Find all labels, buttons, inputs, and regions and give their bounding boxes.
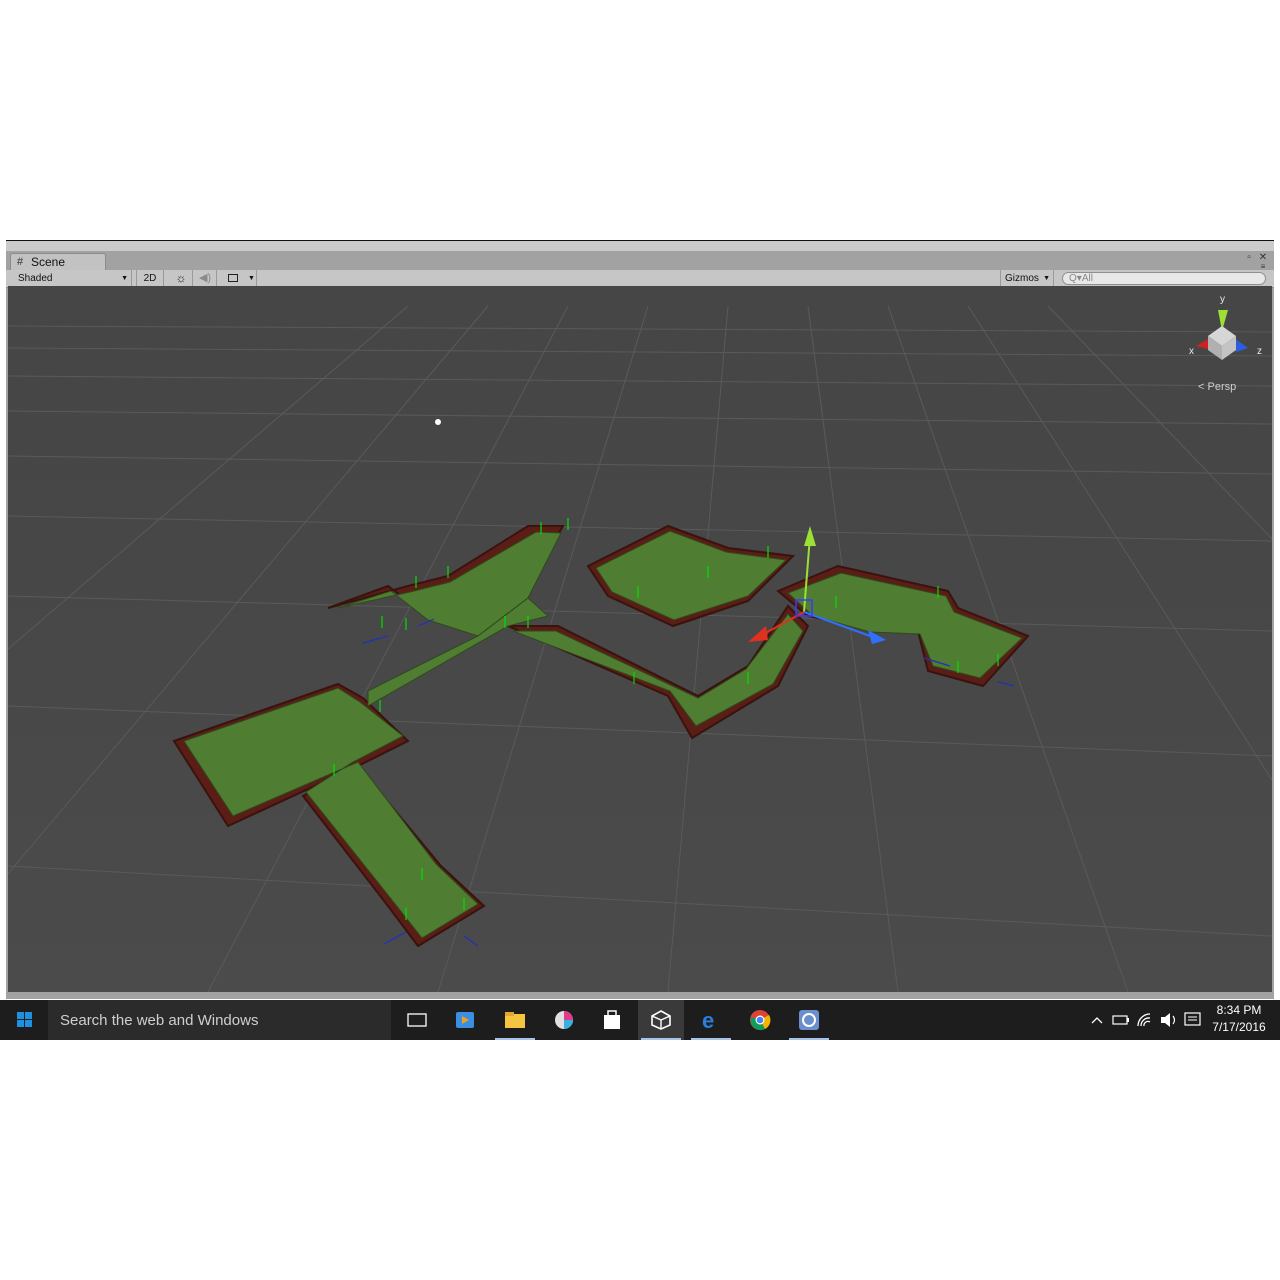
clock-time: 8:34 PM — [1216, 1003, 1262, 1017]
wifi-icon[interactable] — [1134, 1000, 1156, 1040]
scene-search-input[interactable]: Q▾All — [1062, 272, 1266, 285]
dropdown-arrow-icon: ▼ — [121, 275, 128, 282]
start-button[interactable] — [0, 1000, 48, 1040]
taskbar-clock[interactable]: 8:34 PM 7/17/2016 — [1208, 1002, 1270, 1036]
effects-dropdown[interactable]: ▼ — [220, 270, 257, 287]
scene-tab[interactable]: # Scene — [10, 253, 106, 271]
taskbar-search-text: Search the web and Windows — [60, 1012, 259, 1029]
cursor-marker — [435, 419, 441, 425]
edge-icon[interactable]: e — [688, 1000, 734, 1040]
paint-app-icon[interactable] — [541, 1000, 587, 1040]
lighting-toggle-icon[interactable]: ☼ — [170, 270, 193, 287]
image-icon — [228, 274, 238, 282]
gizmos-label: Gizmos — [1005, 273, 1039, 284]
running-indicator — [789, 1038, 829, 1040]
ground-grid — [8, 305, 1272, 992]
battery-icon[interactable] — [1110, 1000, 1132, 1040]
projection-text: Persp — [1207, 381, 1237, 393]
clock-date: 7/17/2016 — [1212, 1020, 1266, 1034]
svg-text:e: e — [702, 1009, 714, 1031]
running-indicator — [641, 1038, 681, 1040]
task-view-icon[interactable] — [394, 1000, 440, 1040]
axis-y-label: y — [1220, 294, 1225, 305]
audio-toggle-icon[interactable]: ◀) — [194, 270, 217, 287]
running-indicator — [495, 1038, 535, 1040]
file-explorer-icon[interactable] — [492, 1000, 538, 1040]
unity-icon[interactable] — [638, 1000, 684, 1040]
axis-x-label: x — [1189, 346, 1194, 357]
search-placeholder: All — [1081, 273, 1093, 284]
toggle-2d-button[interactable]: 2D — [136, 270, 164, 287]
projection-label[interactable]: < Persp — [1198, 381, 1236, 393]
tab-strip: # Scene ▫ ✕ ≡ — [6, 251, 1274, 271]
persp-icon: < — [1198, 381, 1205, 393]
windows-logo-icon — [17, 1012, 33, 1028]
show-hidden-icons-chevron-icon[interactable] — [1088, 1000, 1106, 1040]
shading-mode-label: Shaded — [18, 273, 53, 284]
gizmos-dropdown[interactable]: Gizmos ▼ — [1000, 270, 1054, 287]
action-center-icon[interactable] — [1182, 1000, 1204, 1040]
scene-render: y x z — [8, 294, 1272, 992]
windows-taskbar: Search the web and Windows e 8:34 PM 7/1… — [0, 1000, 1280, 1040]
dropdown-arrow-icon: ▼ — [248, 275, 255, 282]
store-icon[interactable] — [589, 1000, 635, 1040]
volume-icon[interactable] — [1158, 1000, 1180, 1040]
grid-icon: # — [17, 256, 24, 268]
scene-orientation-gizmo[interactable]: y x z — [1189, 294, 1262, 360]
media-player-icon[interactable] — [442, 1000, 488, 1040]
scene-tab-label: Scene — [31, 255, 66, 269]
monodevelop-icon[interactable] — [786, 1000, 832, 1040]
running-indicator — [691, 1038, 731, 1040]
dropdown-arrow-icon: ▼ — [1043, 275, 1050, 282]
axis-z-label: z — [1257, 346, 1262, 357]
scene-viewport[interactable]: y x z < Persp — [8, 286, 1272, 992]
search-icon: Q▾ — [1069, 273, 1082, 284]
shading-mode-dropdown[interactable]: Shaded ▼ — [12, 270, 132, 287]
taskbar-search-box[interactable]: Search the web and Windows — [48, 1000, 391, 1040]
chrome-icon[interactable] — [737, 1000, 783, 1040]
level-floor — [183, 530, 1023, 939]
maximize-icon[interactable]: ▫ — [1243, 252, 1255, 263]
